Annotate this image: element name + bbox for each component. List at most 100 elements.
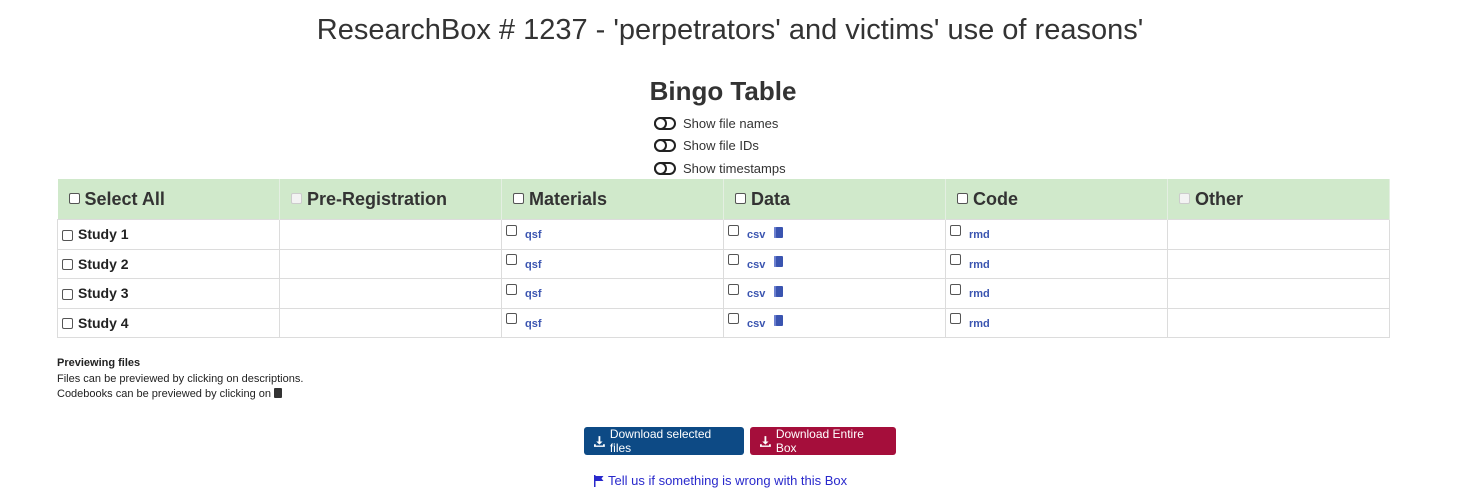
study-checkbox[interactable] (62, 259, 73, 271)
download-buttons: Download selected files Download Entire … (584, 427, 896, 455)
code-file-link[interactable]: rmd (969, 288, 990, 300)
code-cell: rmd (945, 307, 1168, 338)
study-cell: Study 2 (57, 248, 280, 279)
toggle-row-file-ids: Show file IDs (654, 135, 786, 158)
study-cell: Study 3 (57, 278, 280, 309)
table-row: Study 3 qsf csv rmd (57, 278, 1390, 309)
download-selected-button[interactable]: Download selected files (584, 427, 744, 455)
study-label: Study 2 (78, 255, 129, 272)
report-problem-link[interactable]: Tell us if something is wrong with this … (593, 473, 847, 488)
materials-file-checkbox[interactable] (506, 224, 517, 236)
preview-notes-line1: Files can be previewed by clicking on de… (57, 372, 304, 385)
display-toggles: Show file names Show file IDs Show times… (654, 112, 786, 180)
code-file-checkbox[interactable] (950, 283, 961, 295)
code-file-link[interactable]: rmd (969, 259, 990, 271)
data-label: Data (751, 188, 791, 209)
code-file-link[interactable]: rmd (969, 229, 990, 241)
data-cell: csv (723, 219, 946, 250)
data-checkbox[interactable] (735, 193, 746, 205)
code-label: Code (973, 188, 1018, 209)
download-selected-label: Download selected files (609, 427, 712, 455)
code-file-checkbox[interactable] (950, 254, 961, 266)
data-file-checkbox[interactable] (728, 224, 739, 236)
data-file-link[interactable]: csv (747, 229, 765, 241)
study-label: Study 4 (78, 314, 129, 331)
select-all-checkbox[interactable] (68, 193, 80, 205)
materials-file-link[interactable]: qsf (525, 259, 542, 271)
data-file-checkbox[interactable] (728, 313, 739, 325)
other-cell (1167, 219, 1390, 250)
code-checkbox[interactable] (957, 193, 968, 205)
study-label: Study 1 (78, 226, 129, 243)
table-row: Study 2 qsf csv rmd (57, 248, 1390, 279)
study-label: Study 3 (78, 285, 129, 302)
code-file-link[interactable]: rmd (969, 318, 990, 330)
materials-file-checkbox[interactable] (506, 313, 517, 325)
preregistration-cell (279, 219, 502, 250)
table-row: Study 1 qsf csv rmd (57, 219, 1390, 250)
other-checkbox (1179, 193, 1190, 205)
preview-notes: Previewing files Files can be previewed … (57, 356, 303, 403)
materials-file-link[interactable]: qsf (525, 288, 542, 300)
header-data: Data (723, 179, 946, 220)
codebook-icon (274, 388, 283, 399)
download-icon (594, 435, 605, 447)
materials-file-checkbox[interactable] (506, 254, 517, 266)
code-cell: rmd (945, 278, 1168, 309)
file-names-toggle[interactable] (654, 116, 676, 130)
file-names-toggle-label: Show file names (683, 115, 779, 131)
materials-label: Materials (529, 188, 608, 209)
code-file-checkbox[interactable] (950, 313, 961, 325)
code-cell: rmd (945, 248, 1168, 279)
data-cell: csv (723, 278, 946, 309)
data-file-checkbox[interactable] (728, 254, 739, 266)
header-materials: Materials (501, 179, 724, 220)
codebook-icon[interactable] (774, 256, 784, 268)
materials-cell: qsf (501, 248, 724, 279)
toggle-row-file-names: Show file names (654, 112, 786, 135)
codebook-icon[interactable] (774, 315, 784, 327)
file-ids-toggle[interactable] (654, 139, 676, 153)
preregistration-cell (279, 278, 502, 309)
table-header-row: Select All Pre-Registration Materials Da… (57, 179, 1390, 220)
header-preregistration: Pre-Registration (279, 179, 502, 220)
timestamps-toggle[interactable] (654, 161, 676, 175)
study-checkbox[interactable] (62, 318, 73, 330)
preregistration-label: Pre-Registration (307, 188, 448, 209)
page-title: ResearchBox # 1237 - 'perpetrators' and … (316, 14, 1144, 46)
materials-cell: qsf (501, 219, 724, 250)
download-entire-button[interactable]: Download Entire Box (750, 427, 896, 455)
code-file-checkbox[interactable] (950, 224, 961, 236)
materials-cell: qsf (501, 307, 724, 338)
other-cell (1167, 307, 1390, 338)
data-cell: csv (723, 248, 946, 279)
other-cell (1167, 248, 1390, 279)
other-label: Other (1195, 188, 1244, 209)
codebook-icon[interactable] (774, 285, 784, 297)
download-icon (760, 435, 771, 447)
materials-file-link[interactable]: qsf (525, 318, 542, 330)
materials-checkbox[interactable] (513, 193, 524, 205)
toggle-row-timestamps: Show timestamps (654, 157, 786, 180)
data-file-checkbox[interactable] (728, 283, 739, 295)
codebook-icon[interactable] (774, 226, 784, 238)
materials-file-checkbox[interactable] (506, 283, 517, 295)
study-checkbox[interactable] (62, 229, 73, 241)
table-row: Study 4 qsf csv rmd (57, 307, 1390, 338)
data-file-link[interactable]: csv (747, 288, 765, 300)
preregistration-cell (279, 307, 502, 338)
data-file-link[interactable]: csv (747, 259, 765, 271)
code-cell: rmd (945, 219, 1168, 250)
header-code: Code (945, 179, 1168, 220)
flag-icon (594, 474, 604, 487)
data-cell: csv (723, 307, 946, 338)
study-cell: Study 1 (57, 219, 280, 250)
preview-notes-title: Previewing files (57, 357, 141, 369)
preview-notes-line2: Codebooks can be previewed by clicking o… (57, 388, 272, 400)
materials-file-link[interactable]: qsf (525, 229, 542, 241)
file-ids-toggle-label: Show file IDs (683, 138, 759, 154)
study-checkbox[interactable] (62, 288, 73, 300)
preregistration-checkbox (291, 193, 302, 205)
bingo-table-title: Bingo Table (649, 76, 797, 106)
data-file-link[interactable]: csv (747, 318, 765, 330)
